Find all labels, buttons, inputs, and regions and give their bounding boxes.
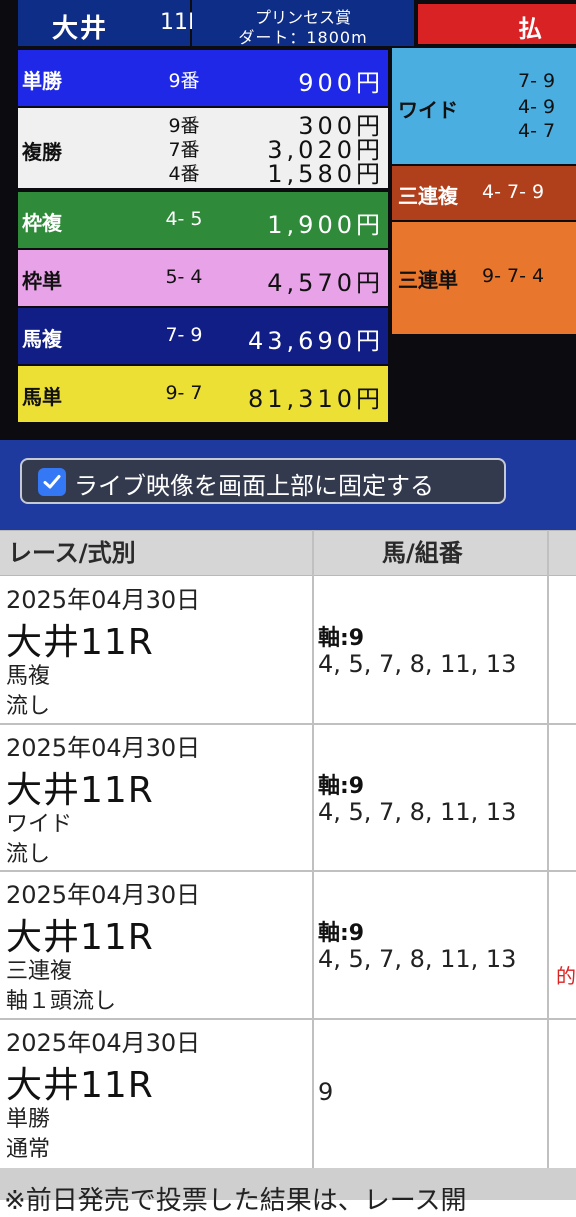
payout-wide-number-2: 4- 9: [518, 96, 556, 118]
row-divider: [0, 1018, 576, 1020]
payout-bracket-exacta-amount: 4,570円: [267, 269, 384, 297]
payout-header: 払: [418, 4, 576, 44]
row2-axis: 軸:9: [318, 774, 365, 799]
header-race-type: レース/式別: [8, 539, 136, 567]
payout-place-number-3: 4番: [168, 163, 200, 185]
row-divider: [0, 870, 576, 872]
grid-divider: [312, 530, 314, 1168]
row1-axis: 軸:9: [318, 626, 365, 651]
race-course: ダート：1800m: [238, 28, 368, 47]
grid-divider: [547, 530, 549, 1168]
payout-wide-number-1: 7- 9: [518, 70, 556, 92]
payout-bracket-quinella-label: 枠複: [22, 211, 62, 235]
payout-bracket-exacta-number: 5- 4: [165, 266, 203, 288]
payout-bracket-exacta: 枠単 5- 4 4,570円: [18, 250, 388, 306]
row4-combination: 9: [318, 1078, 334, 1106]
row3-axis: 軸:9: [318, 921, 365, 946]
payout-trio-label: 三連複: [398, 184, 458, 208]
row3-method: 軸１頭流し: [6, 989, 117, 1014]
payout-trifecta: 三連単 9- 7- 4: [392, 222, 576, 334]
row2-method: 流し: [6, 842, 51, 867]
payout-place-amount-2: 3,020円: [267, 136, 384, 164]
row3-date: 2025年04月30日: [6, 881, 201, 909]
payout-quinella: 馬複 7- 9 43,690円: [18, 308, 388, 364]
checkmark-icon: [43, 475, 61, 489]
row1-combination: 4, 5, 7, 8, 11, 13: [318, 650, 517, 678]
payout-wide: ワイド 7- 9 4- 9 4- 7: [392, 48, 576, 164]
payout-trio-number: 4- 7- 9: [482, 181, 545, 203]
live-broadcast-panel: 大井 11R プリンセス賞 ダート：1800m 払 単勝 9番 900円 複勝 …: [0, 0, 576, 440]
payout-quinella-number: 7- 9: [165, 324, 203, 346]
payout-win: 単勝 9番 900円: [18, 50, 388, 106]
row1-date: 2025年04月30日: [6, 586, 201, 614]
payout-win-number: 9番: [168, 70, 200, 92]
payout-place-amount-1: 300円: [298, 112, 384, 140]
pin-video-label[interactable]: ライブ映像を画面上部に固定する: [74, 466, 434, 501]
race-info-header: プリンセス賞 ダート：1800m: [192, 0, 414, 47]
payout-exacta-number: 9- 7: [165, 382, 203, 404]
payout-exacta-label: 馬単: [22, 385, 62, 409]
row2-bet-type: ワイド: [6, 812, 73, 837]
payout-win-label: 単勝: [22, 69, 62, 93]
payout-quinella-amount: 43,690円: [248, 327, 384, 355]
row4-date: 2025年04月30日: [6, 1029, 201, 1057]
pin-video-checkbox[interactable]: [38, 468, 66, 496]
row2-date: 2025年04月30日: [6, 734, 201, 762]
payout-place-amount-3: 1,580円: [267, 160, 384, 188]
payout-place-number-2: 7番: [168, 139, 200, 161]
venue-header: 大井 11R: [18, 0, 203, 46]
row3-combination: 4, 5, 7, 8, 11, 13: [318, 945, 517, 973]
payout-place-number-1: 9番: [168, 115, 200, 137]
payout-wide-number-3: 4- 7: [518, 120, 556, 142]
payout-trifecta-number: 9- 7- 4: [482, 265, 545, 287]
header-combination: 馬/組番: [382, 539, 463, 567]
row1-method: 流し: [6, 694, 51, 719]
row1-bet-type: 馬複: [6, 664, 51, 689]
payout-exacta: 馬単 9- 7 81,310円: [18, 366, 388, 422]
row-divider: [0, 723, 576, 725]
row4-method: 通常: [6, 1137, 51, 1162]
row3-result-mark: 的: [556, 964, 576, 988]
payout-trifecta-label: 三連単: [398, 268, 458, 292]
row3-bet-type: 三連複: [6, 959, 73, 984]
row2-combination: 4, 5, 7, 8, 11, 13: [318, 798, 517, 826]
payout-bracket-quinella-amount: 1,900円: [267, 211, 384, 239]
footer-note: ※前日発売で投票した結果は、レース開: [4, 1186, 467, 1216]
payout-place: 複勝 9番 300円 7番 3,020円 4番 1,580円: [18, 108, 388, 188]
row4-bet-type: 単勝: [6, 1107, 51, 1132]
venue-name: 大井: [52, 14, 109, 44]
payout-win-amount: 900円: [298, 69, 384, 97]
payout-trio: 三連複 4- 7- 9: [392, 166, 576, 220]
payout-bracket-quinella: 枠複 4- 5 1,900円: [18, 192, 388, 248]
payout-wide-label: ワイド: [398, 98, 458, 122]
payout-bracket-quinella-number: 4- 5: [165, 208, 203, 230]
payout-quinella-label: 馬複: [22, 327, 62, 351]
payout-exacta-amount: 81,310円: [248, 385, 384, 413]
payout-header-label: 払: [518, 15, 542, 43]
payout-bracket-exacta-label: 枠単: [22, 269, 62, 293]
